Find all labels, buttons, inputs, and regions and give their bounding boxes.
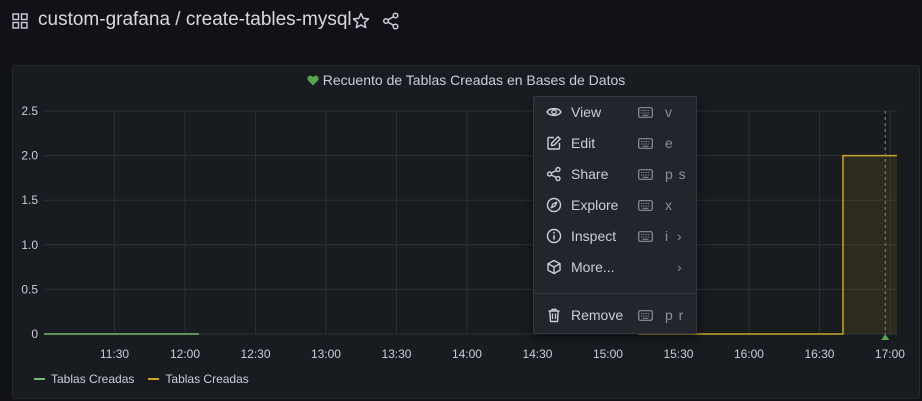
trash-icon <box>548 308 560 323</box>
keyboard-icon <box>638 169 653 180</box>
keyboard-icon <box>638 107 653 118</box>
y-tick-label: 1.5 <box>21 193 38 207</box>
chevron-right-icon: › <box>677 228 682 244</box>
menu-item-share[interactable]: Share p s <box>534 159 696 190</box>
eye-icon <box>546 107 562 117</box>
cube-icon <box>547 259 561 275</box>
menu-item-shortcut: p s <box>665 166 687 182</box>
share-icon <box>546 166 561 182</box>
menu-item-label: Explore <box>571 197 619 213</box>
y-tick-label: 1.0 <box>21 238 38 252</box>
x-tick-label: 12:00 <box>170 347 200 361</box>
menu-item-explore[interactable]: Explore x <box>534 190 696 221</box>
compass-icon <box>546 197 562 213</box>
x-tick-label: 14:30 <box>522 347 552 361</box>
y-tick-label: 0 <box>31 327 38 341</box>
y-tick-label: 2.0 <box>21 149 38 163</box>
x-tick-label: 15:30 <box>663 347 693 361</box>
x-tick-label: 16:00 <box>734 347 764 361</box>
chart[interactable]: 0 0.5 1.0 1.5 2.0 2.5 11:30 12:00 12:30 13:00 13:3… <box>0 0 922 401</box>
x-tick-label: 15:00 <box>593 347 623 361</box>
menu-item-remove[interactable]: Remove p r <box>534 300 696 331</box>
legend-swatch <box>148 378 160 380</box>
legend-swatch <box>34 378 45 380</box>
x-tick-label: 17:00 <box>875 347 905 361</box>
x-tick-label: 14:00 <box>452 347 482 361</box>
menu-item-shortcut: e <box>665 135 674 151</box>
x-tick-label: 11:30 <box>100 347 129 361</box>
y-tick-label: 0.5 <box>21 282 38 296</box>
menu-item-label: Remove <box>571 307 624 323</box>
menu-item-view[interactable]: View v <box>534 97 696 128</box>
menu-item-edit[interactable]: Edit e <box>534 128 696 159</box>
annotation-marker <box>881 334 890 340</box>
keyboard-icon <box>638 200 653 211</box>
legend-label: Tablas Creadas <box>51 372 135 386</box>
menu-item-label: View <box>571 104 602 120</box>
legend: Tablas Creadas Tablas Creadas <box>34 372 249 386</box>
x-tick-label: 12:30 <box>240 347 270 361</box>
edit-icon <box>547 136 561 150</box>
legend-item[interactable]: Tablas Creadas <box>34 372 134 386</box>
y-tick-label: 2.5 <box>21 104 38 118</box>
x-tick-label: 13:30 <box>381 347 411 361</box>
legend-label: Tablas Creadas <box>165 372 249 386</box>
menu-item-more[interactable]: More... › <box>534 252 696 283</box>
keyboard-icon <box>638 310 653 321</box>
menu-item-shortcut: v <box>665 104 673 120</box>
menu-item-label: Share <box>571 166 609 182</box>
menu-item-shortcut: i <box>665 228 670 244</box>
menu-item-label: Edit <box>571 135 596 151</box>
menu-item-label: More... <box>571 259 615 275</box>
legend-item[interactable]: Tablas Creadas <box>148 372 249 386</box>
menu-item-shortcut: x <box>665 197 673 213</box>
x-tick-label: 16:30 <box>804 347 834 361</box>
menu-item-shortcut: p r <box>665 307 685 323</box>
menu-item-inspect[interactable]: Inspect i › <box>534 221 696 252</box>
panel-context-menu: View v Edit e Share p s Explore x Inspect i › More.… <box>533 96 697 334</box>
chevron-right-icon: › <box>677 259 682 275</box>
menu-item-label: Inspect <box>571 228 617 244</box>
menu-divider <box>534 293 696 294</box>
x-tick-label: 13:00 <box>311 347 341 361</box>
info-icon <box>546 228 562 244</box>
keyboard-icon <box>638 138 653 149</box>
keyboard-icon <box>638 231 653 242</box>
